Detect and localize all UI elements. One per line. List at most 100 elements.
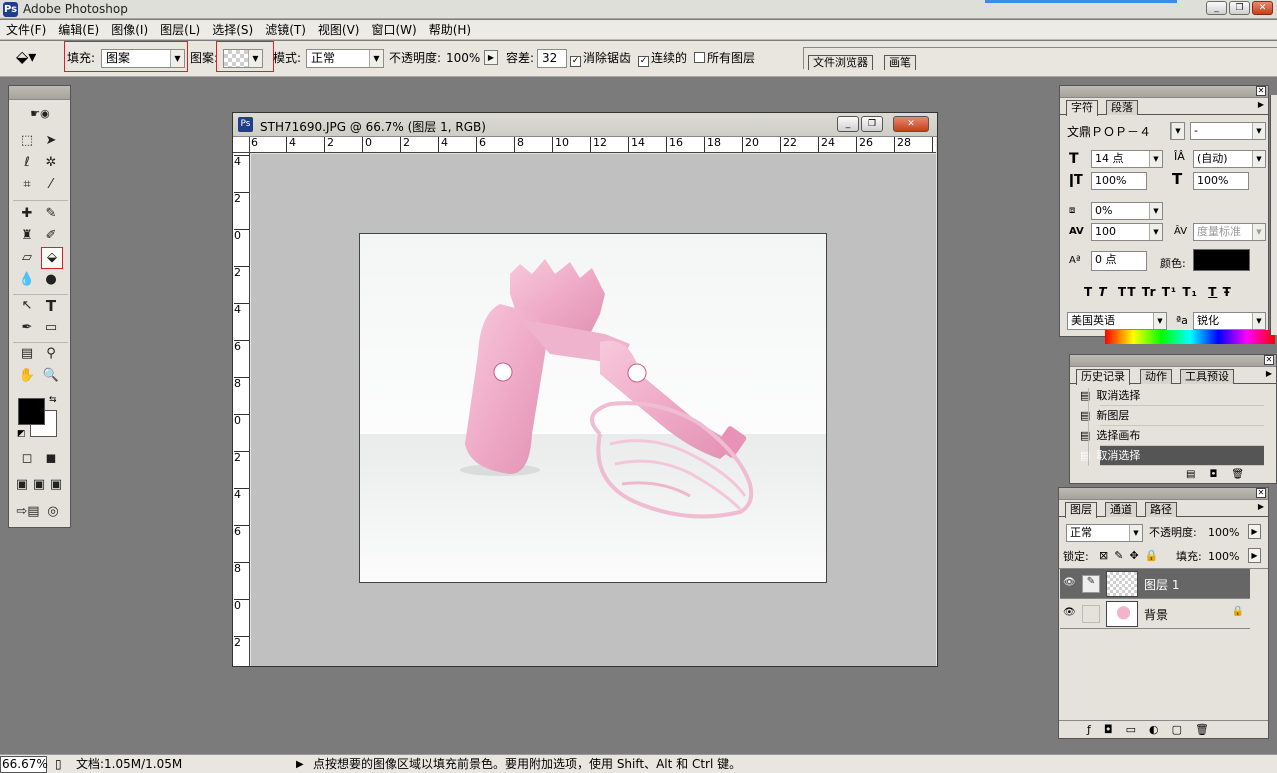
document-restore-button[interactable]: ❐ [861,116,883,132]
jump-to-imageready-icon[interactable]: ⇨▤ [15,502,41,522]
history-item[interactable]: ▤ 取消选择 [1080,386,1264,406]
zoom-level-field[interactable]: 66.67% [0,756,48,773]
standard-screen-mode-icon[interactable]: ▣ [14,475,30,495]
menu-edit[interactable]: 编辑(E) [52,20,105,39]
tab-history[interactable]: 历史记录 [1076,369,1130,385]
new-layer-icon[interactable]: ▢ [1172,723,1195,736]
tsume-select[interactable]: 0% ▼ [1091,202,1163,220]
horizontal-ruler[interactable]: 64202468101214161820222426283 [250,137,936,153]
marquee-tool-icon[interactable]: ⬚ [17,131,37,151]
blend-mode-select[interactable]: 正常 ▼ [1066,524,1143,542]
slice-tool-icon[interactable]: ⁄ [41,175,61,195]
tab-paragraph[interactable]: 段落 [1106,100,1138,115]
toolbox-grip[interactable] [9,86,70,100]
layer-opacity-slider-button[interactable]: ▶ [1248,524,1261,539]
lock-image-icon[interactable]: ✎ [1114,549,1129,562]
zoom-tool-icon[interactable]: 🔍 [41,366,61,386]
mode-select[interactable]: 正常 ▼ [306,49,384,68]
panel-menu-icon[interactable]: ▶ [1258,502,1264,511]
tab-layers[interactable]: 图层 [1065,502,1097,518]
photo-hair-dryer[interactable] [359,233,827,583]
close-icon[interactable]: ✕ [1256,488,1266,498]
antialias-select[interactable]: 锐化 ▼ [1193,312,1266,330]
swap-colors-icon[interactable]: ⇆ [49,395,57,405]
fill-source-select[interactable]: 图案 ▼ [101,49,185,68]
hand-tool-icon[interactable]: ✋ [17,366,37,386]
maximize-button[interactable]: ❐ [1229,1,1250,15]
foreground-color-swatch[interactable] [18,398,45,425]
menu-filter[interactable]: 滤镜(T) [259,20,312,39]
standard-mode-icon[interactable]: ◻ [17,449,37,469]
full-screen-mode-icon[interactable]: ▣ [48,475,64,495]
lock-all-icon[interactable]: 🔒 [1145,549,1165,562]
menu-window[interactable]: 窗口(W) [365,20,422,39]
new-set-icon[interactable]: ▭ [1126,723,1149,736]
baseline-shift-input[interactable]: 0 点 [1091,251,1147,271]
menu-image[interactable]: 图像(I) [105,20,154,39]
ruler-origin[interactable] [233,137,250,153]
canvas-area[interactable] [251,154,936,666]
opacity-value[interactable]: 100% [446,50,480,67]
eye-icon[interactable]: 👁 [1063,607,1076,618]
faux-bold-button[interactable]: T [1084,285,1093,299]
underline-button[interactable]: T [1208,285,1217,299]
font-size-select[interactable]: 14 点 ▼ [1091,150,1163,168]
leading-select[interactable]: (自动) ▼ [1193,150,1266,168]
close-button[interactable]: ✕ [1252,1,1273,15]
color-ramp[interactable] [1105,330,1275,344]
new-snapshot-icon[interactable]: ◘ [1209,469,1231,480]
brush-link-icon[interactable]: ✎ [1082,575,1100,593]
layer-fill-value[interactable]: 100% [1208,550,1239,564]
tab-paths[interactable]: 路径 [1145,502,1177,517]
history-panel-grip[interactable]: ✕ [1070,355,1276,367]
document-title-bar[interactable]: Ps STH71690.JPG @ 66.7% (图层 1, RGB) _ ❐ … [233,113,937,137]
notes-tool-icon[interactable]: ▤ [17,344,37,364]
clone-stamp-tool-icon[interactable]: ♜ [17,226,37,246]
history-brush-tool-icon[interactable]: ✐ [41,226,61,246]
layer-row-1[interactable]: 👁 ✎ 图层 1 [1060,569,1250,599]
magic-wand-tool-icon[interactable]: ✲ [41,153,61,173]
font-family-field[interactable]: 文鼎ＰＯＰ－４ [1067,125,1151,139]
document-info-icon[interactable]: ▯ [55,757,62,772]
lock-transparency-icon[interactable]: ⊠ [1099,549,1114,562]
quick-mask-mode-icon[interactable]: ◼ [41,449,61,469]
pattern-picker[interactable]: ▼ [223,49,263,68]
history-item[interactable]: ▤ 选择画布 [1080,426,1264,446]
type-tool-icon[interactable]: T [41,296,61,316]
tab-character[interactable]: 字符 [1066,100,1098,116]
healing-brush-tool-icon[interactable]: ✚ [17,204,37,224]
paint-bucket-tool-icon[interactable]: ⬙ [41,247,63,269]
tracking-select[interactable]: 100 ▼ [1091,223,1163,241]
tab-actions[interactable]: 动作 [1140,369,1172,384]
adjustment-layer-icon[interactable]: ◐ [1149,723,1172,736]
layer-link-slot[interactable] [1082,605,1100,623]
small-caps-button[interactable]: Tr [1142,285,1157,299]
history-item[interactable]: ▤ 新图层 [1080,406,1264,426]
tolerance-value[interactable]: 32 [542,51,557,65]
trash-icon[interactable]: 🗑 [1195,723,1222,736]
strikethrough-button[interactable]: Ŧ [1223,285,1232,299]
superscript-button[interactable]: T¹ [1162,285,1177,299]
brush-tool-icon[interactable]: ✎ [41,204,61,224]
minimize-button[interactable]: _ [1206,1,1227,15]
text-color-swatch[interactable] [1193,249,1250,271]
tab-channels[interactable]: 通道 [1105,502,1137,517]
document-close-button[interactable]: ✕ [893,116,929,132]
shape-tool-icon[interactable]: ▭ [41,318,61,338]
close-icon[interactable]: ✕ [1256,86,1266,96]
subscript-button[interactable]: T₁ [1182,285,1197,299]
menu-help[interactable]: 帮助(H) [423,20,477,39]
lock-position-icon[interactable]: ✥ [1129,549,1144,562]
add-mask-icon[interactable]: ◘ [1104,723,1126,736]
layer-style-icon[interactable]: ƒ [1087,723,1104,736]
font-style-select[interactable]: - ▼ [1190,122,1266,140]
antialias-checkbox[interactable]: ✓ 消除锯齿 [570,50,631,67]
lasso-tool-icon[interactable]: ℓ [17,153,37,173]
pen-tool-icon[interactable]: ✒ [17,318,37,338]
layer-row-background[interactable]: 👁 背景 🔒 [1060,599,1250,629]
well-tab-brushes[interactable]: 画笔 [884,55,916,70]
dodge-tool-icon[interactable]: ● [41,270,61,290]
layer-fill-slider-button[interactable]: ▶ [1248,548,1261,563]
path-selection-tool-icon[interactable]: ↖ [17,296,37,316]
opacity-slider-button[interactable]: ▶ [484,50,498,65]
